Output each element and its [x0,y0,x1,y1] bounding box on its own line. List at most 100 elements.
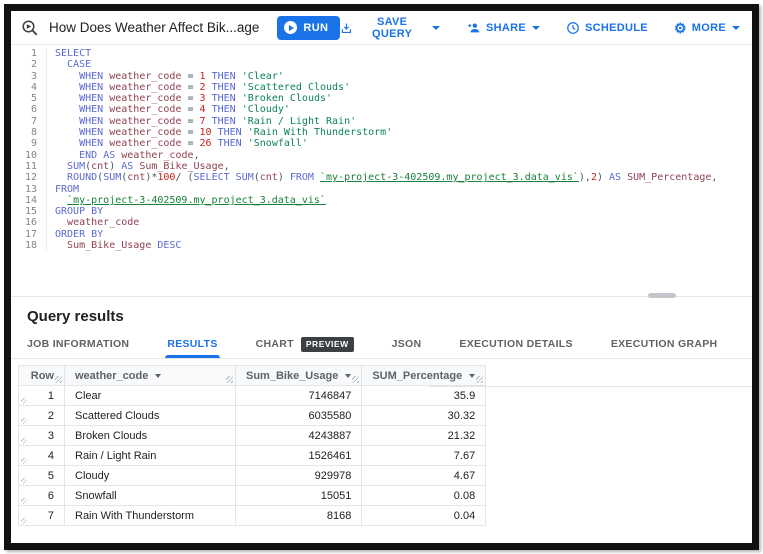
code-line[interactable]: 1 SELECT [11,48,752,60]
code-text: SUM(cnt) AS Sum_Bike_Usage, [67,160,230,172]
row-resize-handle[interactable] [21,478,27,484]
code-text: END AS weather_code, [79,149,200,161]
table-cell: 0.04 [361,505,487,526]
save-query-button[interactable]: SAVE QUERY [340,16,441,40]
code-line[interactable]: 16 weather_code [11,217,752,229]
chevron-down-icon [532,25,541,30]
tab-json[interactable]: JSON [392,330,422,358]
row-resize-handle[interactable] [21,498,27,504]
column-resize-handle[interactable] [55,376,62,383]
table-row: 5 Cloudy 929978 4.67 [18,465,487,486]
line-number: 10 [11,149,47,161]
table-row: 6 Snowfall 15051 0.08 [18,485,487,506]
tab-job-information[interactable]: JOB INFORMATION [27,330,129,358]
tab-chart[interactable]: CHART PREVIEW [256,330,354,358]
code-line[interactable]: 12 ROUND(SUM(cnt)*100/ (SELECT SUM(cnt) … [11,172,752,184]
code-line[interactable]: 14 `my-project-3-402509.my_project_3.dat… [11,194,752,207]
schedule-button[interactable]: SCHEDULE [566,21,648,35]
code-text: weather_code [67,217,140,229]
code-text: CASE [67,59,92,71]
row-resize-handle[interactable] [21,418,27,424]
code-line[interactable]: 13 FROM [11,183,752,195]
person-add-icon [468,22,480,32]
gear-icon: ⚙ [673,19,687,36]
column-resize-handle[interactable] [476,376,484,383]
line-number: 8 [11,127,47,139]
schedule-label: SCHEDULE [585,21,648,34]
code-text: WHEN weather_code = 2 THEN 'Scattered Cl… [79,81,351,93]
column-menu-icon[interactable] [345,373,352,378]
code-line[interactable]: 4 WHEN weather_code = 2 THEN 'Scattered … [11,81,752,94]
code-line[interactable]: 18 Sum_Bike_Usage DESC [11,240,752,252]
tab-label: EXECUTION GRAPH [610,338,718,350]
table-row: 7 Rain With Thunderstorm 8168 0.04 [18,505,487,526]
column-menu-icon[interactable] [469,373,476,378]
splitter-drag-handle[interactable] [648,293,677,298]
table-cell: 35.9 [361,385,487,406]
table-cell: 7.67 [361,445,487,466]
code-line[interactable]: 17 ORDER BY [11,228,752,241]
more-button[interactable]: ⚙ MORE [674,21,740,35]
play-icon [284,21,298,34]
column-label: weather_code [75,369,149,382]
line-number: 2 [11,59,47,71]
code-line[interactable]: 8 WHEN weather_code = 10 THEN 'Rain With… [11,127,752,139]
table-cell: Broken Clouds [64,425,236,446]
table-cell: 3 [18,425,65,446]
table-header-row: Row weather_code Sum_Bike_Usage SUM_Percent… [18,365,487,386]
code-text: `my-project-3-402509.my_project_3.data_v… [67,194,326,206]
run-button[interactable]: RUN [277,15,341,40]
table-header-cell[interactable]: SUM_Percentage [361,365,487,386]
code-line[interactable]: 2 CASE [11,59,752,71]
column-resize-handle[interactable] [226,376,233,383]
line-number: 7 [11,115,47,128]
save-icon [342,23,352,33]
column-menu-icon[interactable] [155,373,162,378]
table-cell: 8168 [234,505,363,526]
table-row: 2 Scattered Clouds 6035580 30.32 [18,405,487,426]
tab-execution-details[interactable]: EXECUTION DETAILS [459,330,572,358]
table-cell: 4243887 [234,425,363,446]
share-button[interactable]: SHARE [466,21,541,35]
table-cell: 7146847 [234,385,363,406]
query-tab-icon [22,19,38,35]
table-cell: 7 [18,505,65,526]
table-header-cell[interactable]: weather_code [64,365,236,386]
line-number: 1 [11,48,47,60]
table-header-cell[interactable]: Sum_Bike_Usage [234,365,363,386]
line-number: 4 [11,81,47,94]
code-line[interactable]: 9 WHEN weather_code = 26 THEN 'Snowfall' [11,138,752,150]
table-cell: 6035580 [234,405,363,426]
table-cell: Scattered Clouds [64,405,236,426]
query-title[interactable]: How Does Weather Affect Bik...age [49,20,259,35]
line-number: 12 [11,172,47,184]
code-text: Sum_Bike_Usage DESC [67,240,182,252]
code-text: FROM [55,183,80,195]
table-header-cell[interactable]: Row [18,365,65,386]
panel-splitter [11,293,752,298]
code-line[interactable]: 7 WHEN weather_code = 7 THEN 'Rain / Lig… [11,115,752,128]
run-button-label: RUN [303,21,329,34]
code-line[interactable]: 11 SUM(cnt) AS Sum_Bike_Usage, [11,160,752,173]
tab-results[interactable]: RESULTS [165,330,220,358]
code-line[interactable]: 6 WHEN weather_code = 4 THEN 'Cloudy' [11,104,752,116]
row-resize-handle[interactable] [21,438,27,444]
results-table: Row weather_code Sum_Bike_Usage SUM_Percent… [18,365,487,526]
row-resize-handle[interactable] [21,398,27,404]
line-number: 13 [11,183,47,195]
row-resize-handle[interactable] [21,518,27,524]
code-line[interactable]: 5 WHEN weather_code = 3 THEN 'Broken Clo… [11,93,752,105]
code-line[interactable]: 10 END AS weather_code, [11,149,752,161]
line-number: 6 [11,104,47,116]
line-number: 17 [11,228,47,241]
code-line[interactable]: 3 WHEN weather_code = 1 THEN 'Clear' [11,70,752,82]
column-resize-handle[interactable] [352,376,360,383]
tab-execution-graph[interactable]: EXECUTION GRAPH [611,330,718,358]
table-cell: 0.08 [361,485,487,506]
code-line[interactable]: 15 GROUP BY [11,206,752,218]
row-resize-handle[interactable] [21,458,27,464]
table-row: 3 Broken Clouds 4243887 21.32 [18,425,487,446]
line-number: 16 [11,217,47,229]
code-text: SELECT [55,48,92,59]
sql-editor[interactable]: 1 SELECT 2 CASE 3 WHEN weather_code = 1 THE… [11,45,752,254]
